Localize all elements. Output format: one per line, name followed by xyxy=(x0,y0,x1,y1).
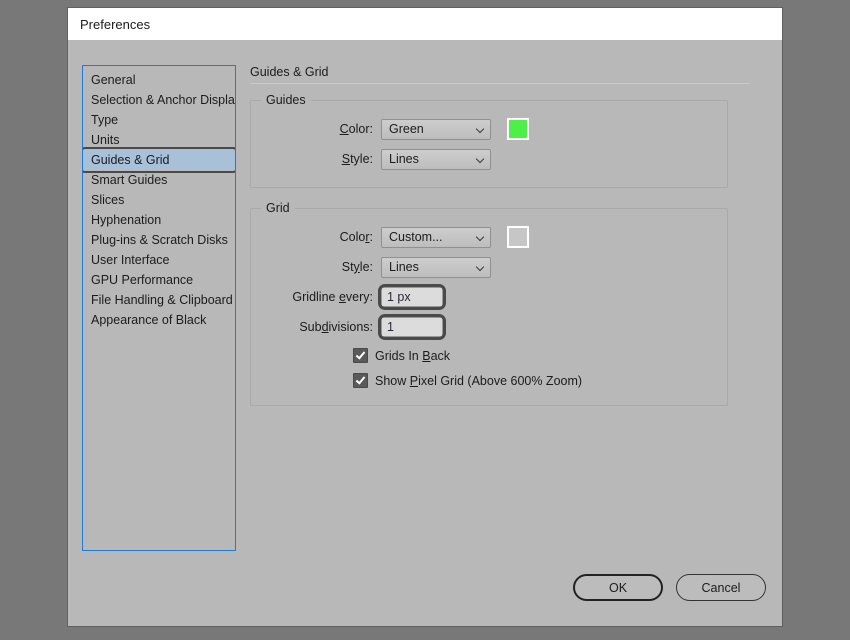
grids-in-back-checkbox[interactable] xyxy=(353,348,368,363)
show-pixel-grid-label: Show Pixel Grid (Above 600% Zoom) xyxy=(375,373,583,388)
sidebar-item-type[interactable]: Type xyxy=(83,110,235,130)
subdivisions-input[interactable] xyxy=(381,317,443,337)
grid-color-select[interactable]: Custom... xyxy=(381,226,491,248)
grid-group-legend: Grid xyxy=(261,201,295,215)
show-pixel-grid-checkbox[interactable] xyxy=(353,373,368,388)
grids-in-back-label: Grids In Back xyxy=(375,348,451,363)
guides-color-row: Color: Green xyxy=(261,115,717,143)
ok-button[interactable]: OK xyxy=(573,574,663,601)
dialog-body: General Selection & Anchor Display Type … xyxy=(68,40,782,626)
sidebar-item-general[interactable]: General xyxy=(83,70,235,90)
guides-style-row: Style: Lines xyxy=(261,145,717,173)
guides-style-value: Lines xyxy=(389,152,419,166)
preferences-category-list[interactable]: General Selection & Anchor Display Type … xyxy=(82,65,236,551)
sidebar-item-guides-grid[interactable]: Guides & Grid xyxy=(83,147,235,173)
sidebar-item-gpu-performance[interactable]: GPU Performance xyxy=(83,270,235,290)
sidebar-item-hyphenation[interactable]: Hyphenation xyxy=(83,210,235,230)
dialog-titlebar: Preferences xyxy=(68,8,782,40)
preferences-panel: Guides & Grid Guides Color: Green Style: xyxy=(250,65,766,610)
chevron-down-icon xyxy=(477,233,486,242)
grid-style-row: Style: Lines xyxy=(261,253,717,281)
gridline-every-label: Gridline every: xyxy=(292,290,373,304)
sidebar-item-file-handling-clipboard[interactable]: File Handling & Clipboard xyxy=(83,290,235,310)
grid-group: Grid Color: Custom... Style: Lines Gridl… xyxy=(250,201,728,406)
grid-color-row: Color: Custom... xyxy=(261,223,717,251)
grid-style-value: Lines xyxy=(389,260,419,274)
subdivisions-label: Subdivisions: xyxy=(299,320,373,334)
guides-color-value: Green xyxy=(389,122,424,136)
chevron-down-icon xyxy=(477,155,486,164)
guides-style-label: Style: xyxy=(341,152,373,166)
sidebar-item-appearance-of-black[interactable]: Appearance of Black xyxy=(83,310,235,330)
guides-group: Guides Color: Green Style: Lines xyxy=(250,93,728,188)
grids-in-back-row[interactable]: Grids In Back xyxy=(261,343,717,368)
sidebar-item-selection-anchor-display[interactable]: Selection & Anchor Display xyxy=(83,90,235,110)
grid-color-swatch[interactable] xyxy=(507,226,529,248)
grid-style-label: Style: xyxy=(341,260,373,274)
gridline-every-input[interactable] xyxy=(381,287,443,307)
panel-title: Guides & Grid xyxy=(250,65,329,79)
panel-divider xyxy=(250,83,750,84)
guides-style-select[interactable]: Lines xyxy=(381,148,491,170)
dialog-title: Preferences xyxy=(80,16,151,32)
gridline-every-row: Gridline every: xyxy=(261,283,717,311)
preferences-dialog: Preferences General Selection & Anchor D… xyxy=(68,8,782,626)
guides-group-legend: Guides xyxy=(261,93,311,107)
chevron-down-icon xyxy=(477,263,486,272)
sidebar-item-smart-guides[interactable]: Smart Guides xyxy=(83,170,235,190)
sidebar-item-user-interface[interactable]: User Interface xyxy=(83,250,235,270)
subdivisions-row: Subdivisions: xyxy=(261,313,717,341)
gridline-every-field-focus-ring xyxy=(378,284,446,310)
sidebar-item-units[interactable]: Units xyxy=(83,130,235,150)
chevron-down-icon xyxy=(477,125,486,134)
sidebar-item-slices[interactable]: Slices xyxy=(83,190,235,210)
guides-color-label: Color: xyxy=(339,122,373,136)
show-pixel-grid-row[interactable]: Show Pixel Grid (Above 600% Zoom) xyxy=(261,368,717,393)
cancel-button[interactable]: Cancel xyxy=(676,574,766,601)
grid-style-select[interactable]: Lines xyxy=(381,256,491,278)
sidebar-item-plugins-scratch-disks[interactable]: Plug-ins & Scratch Disks xyxy=(83,230,235,250)
dialog-footer: OK Cancel xyxy=(573,574,766,601)
grid-color-value: Custom... xyxy=(389,230,443,244)
subdivisions-field-focus-ring xyxy=(378,314,446,340)
guides-color-select[interactable]: Green xyxy=(381,118,491,140)
guides-color-swatch[interactable] xyxy=(507,118,529,140)
grid-color-label: Color: xyxy=(339,230,373,244)
